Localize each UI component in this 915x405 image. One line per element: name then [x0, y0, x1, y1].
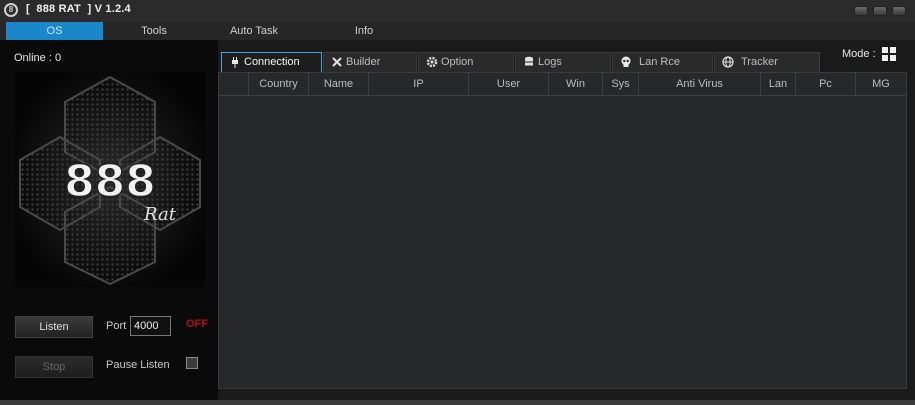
- tab-label: Option: [441, 56, 474, 68]
- column-header-mg[interactable]: MG: [856, 73, 906, 95]
- menu-item-tools[interactable]: Tools: [110, 22, 198, 40]
- connection-table[interactable]: Country Name IP User Win Sys Anti Virus …: [218, 72, 907, 389]
- menu-item-info[interactable]: Info: [320, 22, 408, 40]
- tools-icon: [332, 57, 342, 67]
- title-bar: 8 [ 888 RAT ] V 1.2.4: [0, 0, 915, 23]
- mode-label: Mode :: [842, 48, 876, 60]
- gear-icon: [426, 56, 438, 68]
- column-header-user[interactable]: User: [469, 73, 549, 95]
- app-logo-icon: 8: [4, 3, 18, 17]
- port-input[interactable]: [130, 316, 171, 336]
- menu-item-os[interactable]: OS: [6, 22, 103, 40]
- logo-script: Rat: [143, 204, 177, 225]
- skull-icon: [621, 56, 631, 67]
- listen-button[interactable]: Listen: [15, 316, 93, 338]
- tab-logs[interactable]: Logs: [515, 52, 611, 72]
- tab-label: Tracker: [741, 56, 778, 68]
- window-title: [ 888 RAT ] V 1.2.4: [26, 3, 131, 15]
- minimize-button[interactable]: [854, 6, 868, 16]
- menu-item-auto-task[interactable]: Auto Task: [210, 22, 298, 40]
- globe-icon: [722, 56, 734, 68]
- maximize-button[interactable]: [873, 6, 887, 16]
- tab-label: Builder: [346, 56, 381, 68]
- column-header-win[interactable]: Win: [549, 73, 603, 95]
- table-header: Country Name IP User Win Sys Anti Virus …: [219, 73, 906, 96]
- menu-bar: OS Tools Auto Task Info: [0, 22, 915, 40]
- tab-label: Logs: [538, 56, 562, 68]
- tab-connection[interactable]: Connection: [221, 52, 322, 72]
- windows-icon[interactable]: [882, 47, 896, 61]
- column-header-sys[interactable]: Sys: [603, 73, 639, 95]
- column-header-select[interactable]: [219, 73, 249, 95]
- tab-label: Connection: [244, 56, 300, 68]
- pause-listen-checkbox[interactable]: [186, 357, 198, 369]
- brand-logo: 888 Rat: [15, 72, 205, 287]
- tab-label: Lan Rce: [639, 56, 680, 68]
- column-header-ip[interactable]: IP: [369, 73, 469, 95]
- column-header-lan[interactable]: Lan: [761, 73, 796, 95]
- plug-icon: [232, 57, 238, 68]
- column-header-anti-virus[interactable]: Anti Virus: [639, 73, 761, 95]
- port-label: Port: [106, 320, 127, 332]
- logo-number: 888: [64, 156, 156, 207]
- tab-builder[interactable]: Builder: [323, 52, 417, 72]
- database-icon: [525, 56, 533, 66]
- tab-option[interactable]: Option: [418, 52, 514, 72]
- pause-listen-label: Pause Listen: [106, 359, 170, 371]
- stop-button[interactable]: Stop: [15, 356, 93, 378]
- window-bottom-border: [0, 400, 915, 405]
- tab-lan-rce[interactable]: Lan Rce: [612, 52, 713, 72]
- online-count: Online : 0: [14, 52, 62, 64]
- listen-status: OFF: [186, 318, 208, 330]
- column-header-name[interactable]: Name: [309, 73, 369, 95]
- column-header-country[interactable]: Country: [249, 73, 309, 95]
- column-header-pc[interactable]: Pc: [796, 73, 856, 95]
- tab-tracker[interactable]: Tracker: [714, 52, 820, 72]
- close-button[interactable]: [892, 6, 906, 16]
